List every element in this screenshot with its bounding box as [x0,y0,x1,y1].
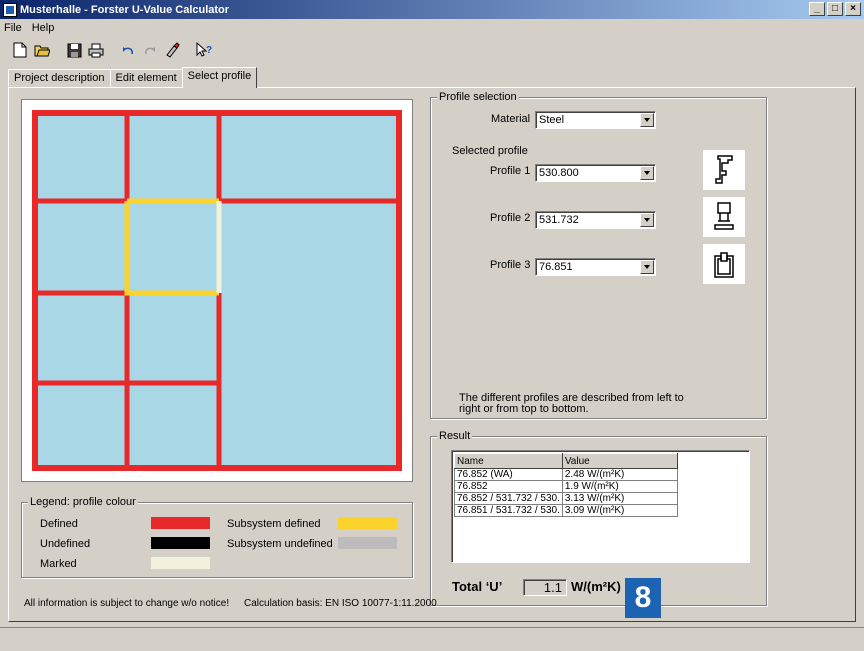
legend-defined-label: Defined [40,518,78,530]
menu-help[interactable]: Help [32,22,55,34]
profile-selection-title: Profile selection [437,91,519,103]
profile-2-section-icon [703,197,745,237]
total-u-value: 1.1 [523,579,567,596]
table-row[interactable]: 76.852 (WA) 2.48 W/(m²K) [454,468,678,481]
menu-bar: File Help [0,19,864,37]
tab-select-profile[interactable]: Select profile [181,67,258,88]
legend-defined-swatch [151,517,210,529]
maximize-button[interactable]: □ [827,2,843,16]
column-header-value[interactable]: Value [561,453,678,469]
calculation-basis: Calculation basis: EN ISO 10077-1:11.200… [244,598,437,609]
change-notice: All information is subject to change w/o… [24,598,230,609]
chevron-down-icon[interactable] [640,260,654,274]
legend-subsystem-undefined-label: Subsystem undefined [227,538,333,550]
tab-edit-element[interactable]: Edit element [109,69,183,87]
table-row[interactable]: 76.852 1.9 W/(m²K) [454,480,678,493]
profile-1-section-icon [703,150,745,190]
profile-order-note: The different profiles are described fro… [459,392,684,415]
legend-title: Legend: profile colour [28,496,138,508]
total-u-label: Total ‘U’ [452,579,503,594]
profile-3-section-icon [703,244,745,284]
help-pointer-icon[interactable]: ? [194,40,214,60]
legend-marked-swatch [151,557,210,569]
save-icon[interactable] [64,40,84,60]
status-bar [0,627,864,651]
menu-file[interactable]: File [4,22,22,34]
profile-2-select[interactable]: 531.732 [535,211,656,229]
window-element-canvas[interactable] [21,99,413,482]
figure-number-badge: 8 [625,578,661,618]
result-name: 76.852 / 531.732 / 530. [454,492,563,505]
total-u-unit: W/(m²K) [571,579,621,594]
result-name: 76.851 / 531.732 / 530. [454,504,563,517]
window-title: Musterhalle - Forster U-Value Calculator [20,3,230,16]
result-title: Result [437,430,473,442]
toolbar: ? [0,37,864,63]
profile-1-label: Profile 1 [490,165,531,177]
legend-marked-label: Marked [40,558,77,570]
open-icon[interactable] [32,40,52,60]
close-button[interactable]: × [845,2,861,16]
selected-profile-label: Selected profile [452,145,528,157]
result-name: 76.852 [454,480,563,493]
minimize-button[interactable]: _ [809,2,825,16]
chevron-down-icon[interactable] [640,213,654,227]
result-table: Name Value 76.852 (WA) 2.48 W/(m²K) 76.85… [454,453,678,517]
legend-subsystem-defined-swatch [338,517,397,529]
legend-undefined-swatch [151,537,210,549]
profile-1-select[interactable]: 530.800 [535,164,656,182]
tab-project-description[interactable]: Project description [8,69,111,87]
table-row[interactable]: 76.852 / 531.732 / 530. 3.13 W/(m²K) [454,492,678,505]
print-icon[interactable] [86,40,106,60]
profile-3-label: Profile 3 [490,259,531,271]
result-value: 2.48 W/(m²K) [561,468,678,481]
result-value: 3.09 W/(m²K) [561,504,678,517]
svg-text:?: ? [206,45,212,56]
undo-icon[interactable] [118,40,138,60]
result-value: 1.9 W/(m²K) [561,480,678,493]
result-list[interactable]: Name Value 76.852 (WA) 2.48 W/(m²K) 76.85… [451,450,750,563]
material-label: Material [491,113,531,125]
table-row[interactable]: 76.851 / 531.732 / 530. 3.09 W/(m²K) [454,504,678,517]
tab-strip: Project description Edit element Select … [8,67,258,88]
legend-undefined-label: Undefined [40,538,91,550]
title-bar: Musterhalle - Forster U-Value Calculator… [0,0,864,19]
redo-icon[interactable] [140,40,160,60]
new-icon[interactable] [10,40,30,60]
column-header-name[interactable]: Name [454,453,563,469]
profile-3-select[interactable]: 76.851 [535,258,656,276]
legend-subsystem-defined-label: Subsystem defined [227,518,321,530]
profile-2-label: Profile 2 [490,212,531,224]
result-value: 3.13 W/(m²K) [561,492,678,505]
legend-subsystem-undefined-swatch [338,537,397,549]
chevron-down-icon[interactable] [640,113,654,127]
app-icon [3,2,17,17]
result-name: 76.852 (WA) [454,468,563,481]
paint-icon[interactable] [162,40,182,60]
material-select[interactable]: Steel [535,111,656,129]
chevron-down-icon[interactable] [640,166,654,180]
